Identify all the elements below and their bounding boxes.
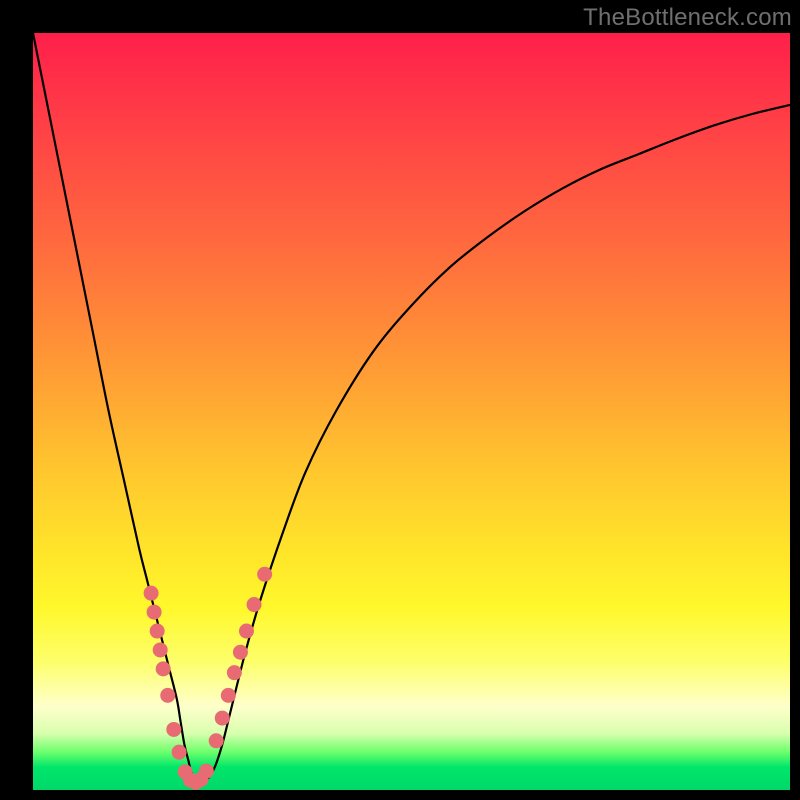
curve-canvas [33, 33, 790, 790]
marker-dot [199, 764, 214, 779]
marker-dot [172, 745, 187, 760]
marker-dot [247, 597, 262, 612]
marker-points [144, 567, 273, 790]
bottleneck-curve [33, 33, 790, 783]
marker-dot [166, 722, 181, 737]
marker-dot [233, 645, 248, 660]
marker-dot [160, 688, 175, 703]
plot-area [33, 33, 790, 790]
marker-dot [257, 567, 272, 582]
marker-dot [209, 733, 224, 748]
marker-dot [239, 624, 254, 639]
chart-frame: TheBottleneck.com [0, 0, 800, 800]
marker-dot [150, 624, 165, 639]
marker-dot [144, 586, 159, 601]
marker-dot [156, 661, 171, 676]
marker-dot [227, 665, 242, 680]
marker-dot [153, 642, 168, 657]
marker-dot [215, 711, 230, 726]
marker-dot [147, 605, 162, 620]
watermark-text: TheBottleneck.com [583, 4, 792, 32]
marker-dot [221, 688, 236, 703]
